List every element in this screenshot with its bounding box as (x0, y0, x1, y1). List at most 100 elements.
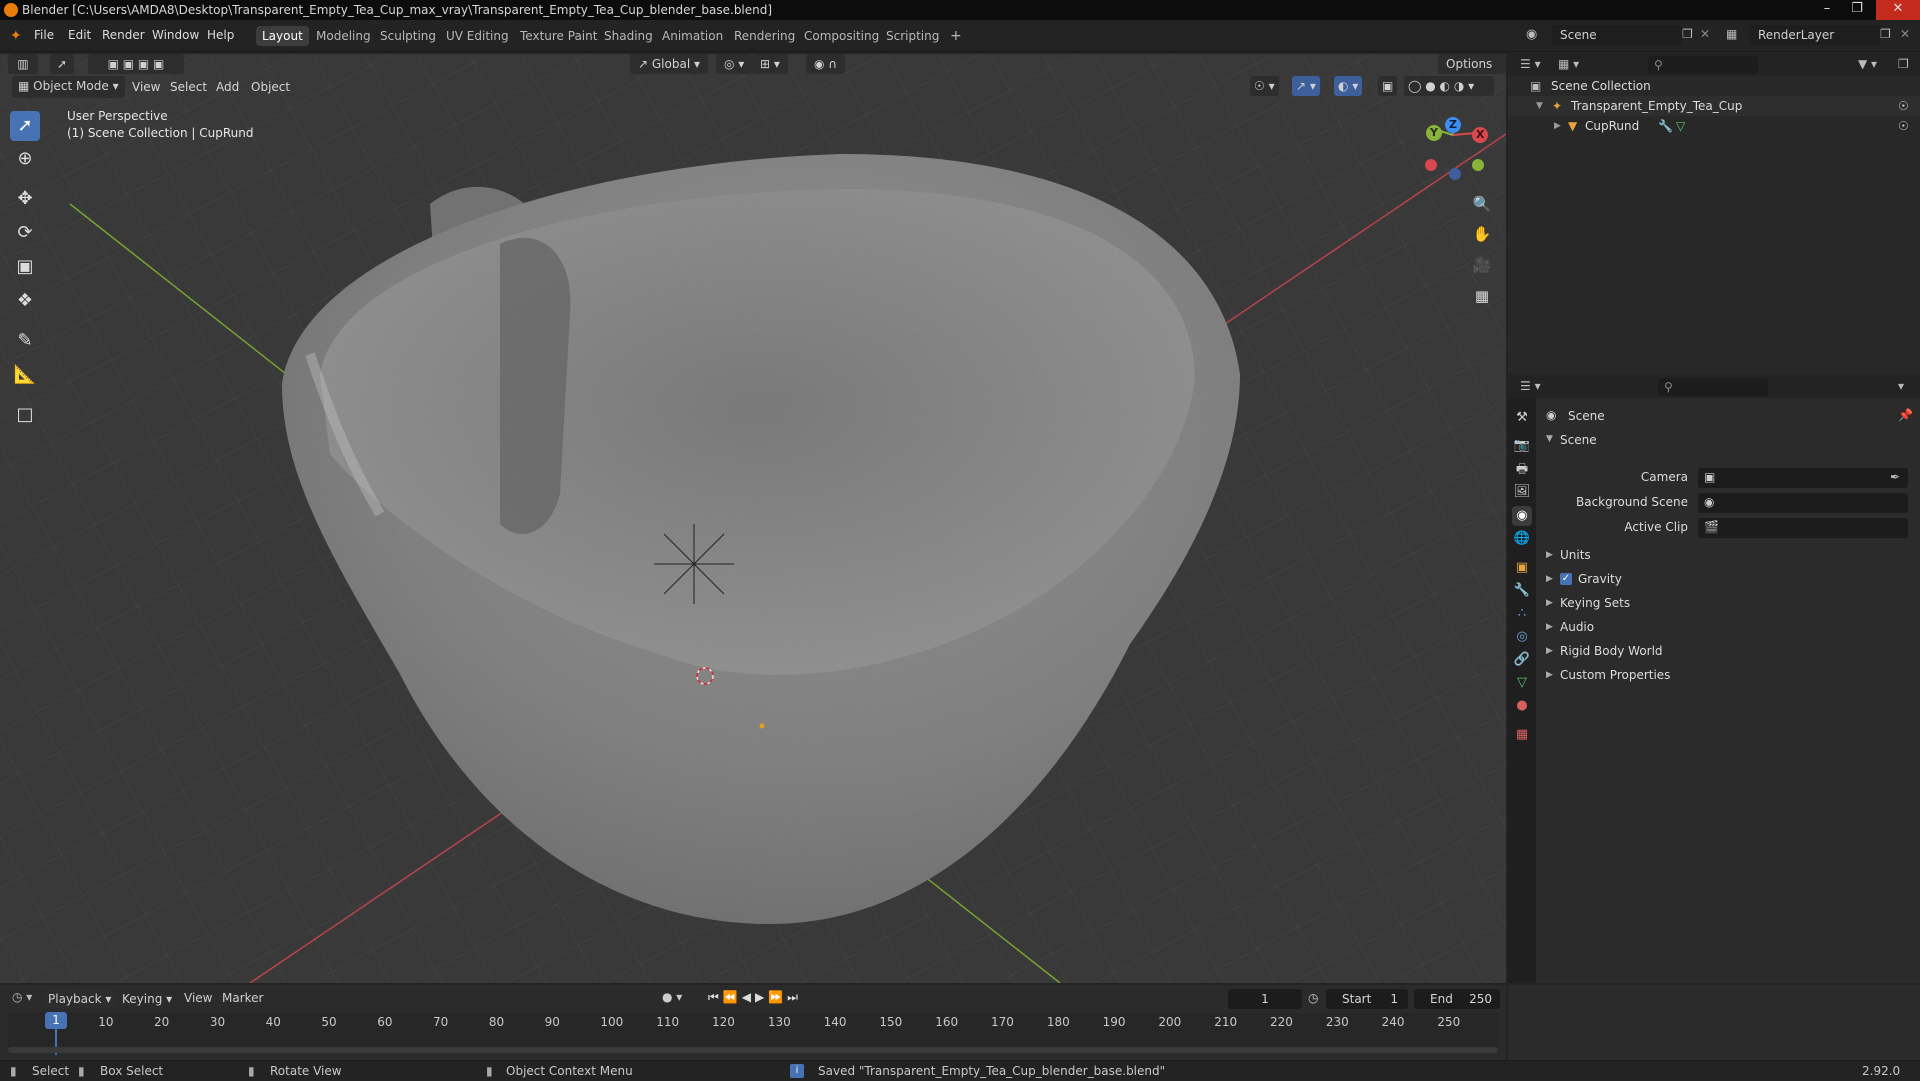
display-mode-icon[interactable]: ▦ ▾ (1558, 57, 1579, 71)
outliner-search-input[interactable]: ⚲ (1648, 56, 1758, 74)
viewport-menu-add[interactable]: Add (216, 80, 239, 94)
physics-tab-icon[interactable]: ◎ (1512, 627, 1532, 647)
viewport-menu-object[interactable]: Object (251, 80, 290, 94)
scene-selector-icon[interactable]: ◉ (1526, 27, 1537, 42)
perspective-grid-icon[interactable]: ▦ (1470, 284, 1494, 308)
timeline-view-menu[interactable]: View (184, 991, 212, 1005)
active-clip-field[interactable]: 🎬 (1698, 518, 1908, 538)
menu-help[interactable]: Help (207, 28, 234, 42)
pivot-point-icon[interactable]: ◎ ▾ (716, 54, 753, 74)
timeline-scrollbar[interactable] (8, 1047, 1498, 1053)
camera-field[interactable]: ▣ ✒ (1698, 468, 1908, 488)
tab-modeling[interactable]: Modeling (310, 26, 377, 46)
new-scene-icon[interactable]: ❐ (1682, 27, 1693, 41)
proportional-editing-icon[interactable]: ◉ ∩ (806, 54, 846, 74)
expand-arrow-icon[interactable]: ▶ (1554, 116, 1561, 136)
empty-object-marker[interactable] (654, 524, 734, 604)
data-tab-icon[interactable]: ▽ (1512, 673, 1532, 693)
properties-search-input[interactable]: ⚲ (1658, 378, 1768, 396)
scene-panel-header[interactable]: Scene (1560, 433, 1597, 447)
end-frame-field[interactable]: End 250 (1414, 989, 1500, 1009)
outliner-row-cuprund[interactable]: ▶ ▼ CupRund 🔧 ▽ ☉ (1508, 116, 1920, 136)
minimize-icon[interactable]: – (1816, 0, 1838, 20)
expand-arrow-icon[interactable]: ▼ (1536, 96, 1543, 116)
selection-mode-icons[interactable]: ▣ ▣ ▣ ▣ (88, 54, 184, 74)
maximize-icon[interactable]: ❐ (1846, 0, 1868, 20)
close-icon[interactable]: ✕ (1876, 0, 1920, 20)
tab-layout[interactable]: Layout (256, 26, 309, 46)
visibility-icon[interactable]: ☉ ▾ (1250, 76, 1279, 96)
gravity-checkbox[interactable]: ✓ (1560, 573, 1572, 585)
zoom-icon[interactable]: 🔍 (1470, 192, 1494, 216)
tab-shading[interactable]: Shading (598, 26, 659, 46)
render-layer-field[interactable]: RenderLayer (1750, 25, 1880, 45)
shading-mode-icons[interactable]: ◯ ● ◐ ◑ ▾ (1404, 76, 1494, 96)
keying-menu[interactable]: Keying ▾ (118, 990, 176, 1008)
gizmo-toggle-icon[interactable]: ↗ ▾ (1292, 76, 1320, 96)
modifier-tab-icon[interactable]: 🔧 (1512, 581, 1532, 601)
add-workspace-button[interactable]: + (944, 26, 968, 46)
visibility-eye-icon[interactable]: ☉ (1898, 116, 1909, 136)
filter-icon[interactable]: ▼ ▾ (1858, 57, 1877, 71)
new-render-layer-icon[interactable]: ❐ (1880, 27, 1891, 41)
3d-viewport[interactable]: Z Y X ▥ ➚ ▣ ▣ ▣ ▣ ▦ Object Mode ▾ View S… (0, 54, 1506, 983)
panel-expand-icon[interactable]: ▼ (1546, 434, 1553, 444)
tab-compositing[interactable]: Compositing (798, 26, 885, 46)
tab-uv-editing[interactable]: UV Editing (440, 26, 515, 46)
camera-view-icon[interactable]: 🎥 (1470, 253, 1494, 277)
time-icon[interactable]: ◷ (1308, 991, 1318, 1005)
tool-tab-icon[interactable]: ⚒ (1512, 408, 1532, 428)
units-subpanel[interactable]: ▶ Units (1544, 544, 1914, 566)
outliner-row-scene-collection[interactable]: ▣ Scene Collection (1508, 76, 1920, 96)
gravity-subpanel[interactable]: ▶ ✓ Gravity (1544, 568, 1914, 590)
playback-menu[interactable]: Playback ▾ (44, 990, 116, 1008)
blender-menu-icon[interactable]: ✦ (10, 28, 22, 44)
menu-window[interactable]: Window (152, 28, 199, 42)
xray-toggle-icon[interactable]: ▣ (1378, 76, 1398, 96)
pin-icon[interactable]: 📌 (1898, 408, 1913, 422)
viewport-menu-view[interactable]: View (132, 80, 160, 94)
custom-properties-subpanel[interactable]: ▶ Custom Properties (1544, 664, 1914, 686)
transform-tool-icon[interactable]: ❖ (10, 286, 40, 316)
playhead[interactable]: 1 (45, 1012, 67, 1029)
new-collection-icon[interactable]: ❐ (1898, 57, 1909, 71)
texture-tab-icon[interactable]: ▦ (1512, 725, 1532, 745)
particles-tab-icon[interactable]: ∴ (1512, 604, 1532, 624)
menu-edit[interactable]: Edit (68, 28, 91, 42)
constraints-tab-icon[interactable]: 🔗 (1512, 650, 1532, 670)
delete-render-layer-icon[interactable]: ✕ (1900, 27, 1910, 41)
timeline-marker-menu[interactable]: Marker (222, 991, 263, 1005)
properties-options-icon[interactable]: ▾ (1898, 379, 1904, 393)
keying-sets-subpanel[interactable]: ▶ Keying Sets (1544, 592, 1914, 614)
timeline-editor-icon[interactable]: ◷ ▾ (12, 990, 32, 1004)
rotate-tool-icon[interactable]: ⟳ (10, 218, 40, 248)
measure-tool-icon[interactable]: 📐 (10, 360, 40, 390)
outliner-row-tea-cup[interactable]: ▼ ✦ Transparent_Empty_Tea_Cup ☉ (1508, 96, 1920, 116)
menu-file[interactable]: File (34, 28, 54, 42)
output-tab-icon[interactable]: 🖶 (1512, 460, 1532, 480)
add-cube-tool-icon[interactable]: □ (10, 400, 40, 430)
render-layer-icon[interactable]: ▦ (1726, 27, 1737, 41)
cursor-tool-icon[interactable]: ⊕ (10, 144, 40, 174)
viewport-menu-select[interactable]: Select (170, 80, 207, 94)
eyedropper-icon[interactable]: ✒ (1890, 470, 1900, 484)
tab-sculpting[interactable]: Sculpting (374, 26, 442, 46)
snap-icon[interactable]: ⊞ ▾ (752, 54, 788, 74)
object-tab-icon[interactable]: ▣ (1512, 558, 1532, 578)
visibility-eye-icon[interactable]: ☉ (1898, 96, 1909, 116)
audio-subpanel[interactable]: ▶ Audio (1544, 616, 1914, 638)
current-frame-field[interactable]: 1 (1228, 989, 1302, 1009)
render-tab-icon[interactable]: 📷 (1512, 436, 1532, 456)
outliner-editor-icon[interactable]: ☰ ▾ (1520, 57, 1541, 71)
scene-field[interactable]: Scene (1552, 25, 1682, 45)
pan-hand-icon[interactable]: ✋ (1470, 222, 1494, 246)
properties-editor-icon[interactable]: ☰ ▾ (1520, 379, 1541, 393)
playback-controls-icons[interactable]: ⏮⏪◀▶⏩⏭ (708, 990, 802, 1005)
move-tool-icon[interactable]: ✥ (10, 184, 40, 214)
tab-animation[interactable]: Animation (656, 26, 729, 46)
delete-scene-icon[interactable]: ✕ (1700, 27, 1710, 41)
select-box-tool-icon[interactable]: ➚ (10, 111, 40, 141)
menu-render[interactable]: Render (102, 28, 145, 42)
overlay-toggle-icon[interactable]: ◐ ▾ (1334, 76, 1363, 96)
editor-type-icon[interactable]: ▥ (8, 54, 38, 74)
